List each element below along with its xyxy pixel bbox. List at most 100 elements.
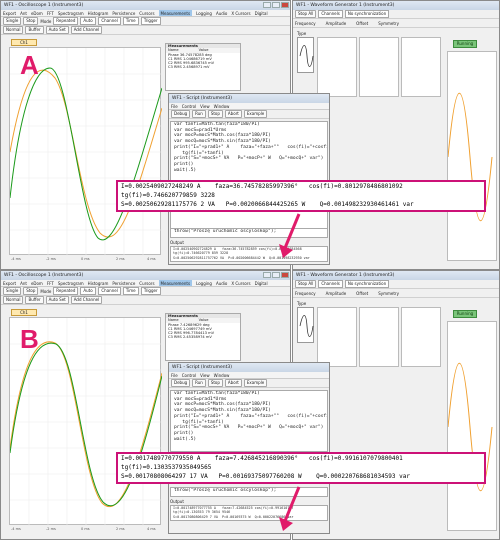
menu-item-measurements[interactable]: Measurements [158,280,193,286]
sine-symbol[interactable] [297,307,314,343]
menu-item[interactable]: X Cursors [231,280,250,286]
menu-item[interactable]: Audio [216,10,227,16]
frequency-column[interactable] [317,307,357,367]
normal-button[interactable]: Normal [3,296,24,304]
menu-item[interactable]: Spectrogram [58,280,84,286]
time-select[interactable]: Time [122,17,139,25]
menu-item[interactable]: Ant [20,10,27,16]
single-button[interactable]: Single [3,17,22,25]
menu-item[interactable]: Persistence [112,280,135,286]
menu-item[interactable]: FFT [47,280,54,286]
menu-item[interactable]: Cursors [139,280,154,286]
trigger-select[interactable]: Trigger [140,17,161,25]
script-menu: File Control View Window [169,372,329,379]
script-editor-b[interactable]: var tanfi=Math.tan(faza*180/PI) var mocS… [170,390,328,452]
menu-item-measurements[interactable]: Measurements [158,10,193,16]
add-channel-button[interactable]: Add Channel [70,26,103,34]
stop-all-button[interactable]: Stop All [295,280,317,288]
sync-select[interactable]: No synchronization [344,280,390,288]
script-menu-item[interactable]: Control [182,103,196,109]
menu-item[interactable]: Persistence [112,10,135,16]
frequency-column[interactable] [317,37,357,97]
add-channel-button[interactable]: Add Channel [70,296,103,304]
debug-button[interactable]: Debug [171,110,191,118]
stop-all-button[interactable]: Stop All [295,10,317,18]
mode-select[interactable]: Repeated [53,17,79,25]
channel-tag[interactable]: Ch1 [11,309,37,316]
mode-select[interactable]: Repeated [53,287,79,295]
debug-button[interactable]: Debug [171,379,191,387]
menu-item[interactable]: eDom [31,280,43,286]
normal-button[interactable]: Normal [3,26,24,34]
running-indicator[interactable]: Running [453,310,477,318]
auto-select[interactable]: Auto [80,17,97,25]
example-button[interactable]: Example [243,379,268,387]
channel-select[interactable]: Channel [98,17,121,25]
minimize-button[interactable] [263,2,271,8]
sine-symbol[interactable] [297,37,314,73]
menu-item[interactable]: Ant [20,280,27,286]
maximize-button[interactable] [272,2,280,8]
script-menu-item[interactable]: View [200,103,210,109]
auto-set-button[interactable]: Auto Set [45,26,69,34]
channel-tag[interactable]: Ch1 [11,39,37,46]
stop-button[interactable]: Stop [23,17,39,25]
run-button[interactable]: Run [192,110,206,118]
script-menu-item[interactable]: File [171,103,178,109]
menu-item[interactable]: Digital [255,10,268,16]
menu-item[interactable]: Logging [196,280,212,286]
channels-select[interactable]: Channels [318,10,343,18]
menu-item[interactable]: Cursors [139,10,154,16]
close-button[interactable] [281,272,289,278]
stop-button[interactable]: Stop [207,379,223,387]
offset-column[interactable] [401,37,441,97]
amplitude-column[interactable] [359,307,399,367]
result-box-a: I=0.0025409027248249 A faza=36.745782859… [116,180,486,212]
amplitude-column[interactable] [359,37,399,97]
wg-col: Amplitude [325,20,347,26]
auto-select[interactable]: Auto [80,287,97,295]
script-menu-item[interactable]: View [200,372,210,378]
maximize-button[interactable] [272,272,280,278]
offset-column[interactable] [401,307,441,367]
menu-item[interactable]: Histogram [88,280,109,286]
run-button[interactable]: Run [192,379,206,387]
time-select[interactable]: Time [122,287,139,295]
minimize-button[interactable] [263,272,271,278]
buffer-button[interactable]: Buffer [25,26,44,34]
abort-button[interactable]: Abort [224,110,242,118]
running-indicator[interactable]: Running [453,40,477,48]
auto-set-button[interactable]: Auto Set [45,296,69,304]
menu-item[interactable]: eDom [31,10,43,16]
trigger-select[interactable]: Trigger [140,287,161,295]
script-menu-item[interactable]: File [171,372,178,378]
example-button[interactable]: Example [243,110,268,118]
sync-select[interactable]: No synchronization [344,10,390,18]
result-line: S=0.00250629281175776 2 VA P=0.002006684… [121,201,414,208]
menu-item[interactable]: Export [3,280,16,286]
script-menu-item[interactable]: Window [214,103,230,109]
menu-item[interactable]: X Cursors [231,10,250,16]
x-tick: 0 ms [81,527,90,531]
close-button[interactable] [281,2,289,8]
window-controls[interactable] [263,272,289,278]
channel-select[interactable]: Channel [98,287,121,295]
stop-button[interactable]: Stop [207,110,223,118]
menu-item[interactable]: FFT [47,10,54,16]
menu-item[interactable]: Digital [255,280,268,286]
menu-item[interactable]: Export [3,10,16,16]
window-controls[interactable] [263,2,289,8]
menu-item[interactable]: Histogram [88,10,109,16]
buffer-button[interactable]: Buffer [25,296,44,304]
wg-type-label: Type [297,301,307,306]
abort-button[interactable]: Abort [224,379,242,387]
script-menu-item[interactable]: Window [214,372,230,378]
menu-item[interactable]: Logging [196,10,212,16]
menu-item[interactable]: Spectrogram [58,10,84,16]
script-menu-item[interactable]: Control [182,372,196,378]
stop-button[interactable]: Stop [23,287,39,295]
single-button[interactable]: Single [3,287,22,295]
channels-select[interactable]: Channels [318,280,343,288]
menu-item[interactable]: Audio [216,280,227,286]
toolbar-row1: Single Stop Mode Repeated Auto Channel T… [1,287,290,296]
